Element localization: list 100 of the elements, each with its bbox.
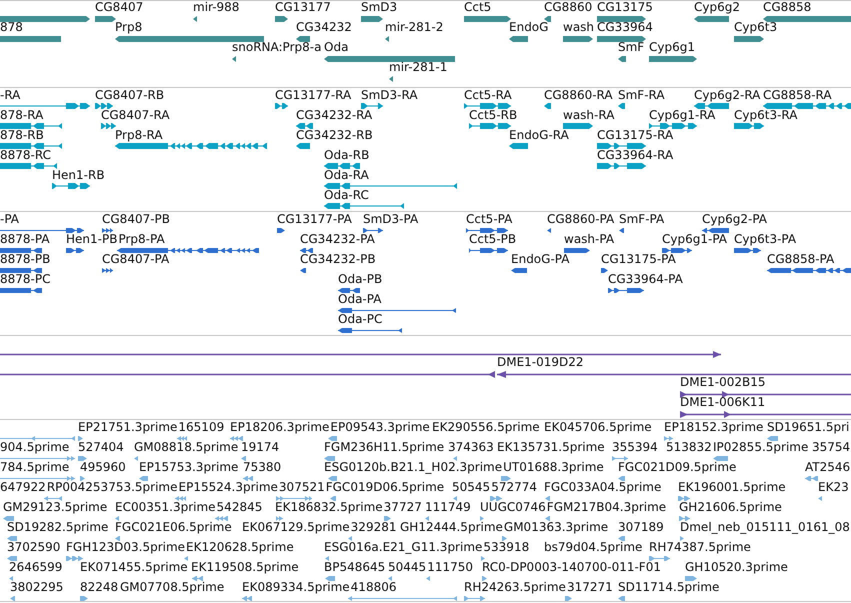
- protein-glyph[interactable]: [102, 268, 113, 273]
- est-glyph[interactable]: [388, 576, 392, 581]
- est-glyph[interactable]: [713, 456, 728, 461]
- protein-glyph[interactable]: [601, 268, 608, 273]
- gene-glyph[interactable]: [694, 16, 729, 22]
- protein-glyph[interactable]: [767, 268, 851, 273]
- transcript-glyph[interactable]: [469, 123, 511, 129]
- transcript-glyph[interactable]: [324, 163, 360, 169]
- protein-glyph[interactable]: [619, 228, 624, 233]
- est-glyph[interactable]: [325, 576, 335, 581]
- est-glyph[interactable]: [649, 556, 670, 561]
- transcript-glyph[interactable]: [649, 123, 697, 129]
- est-glyph[interactable]: [818, 496, 822, 501]
- est-glyph[interactable]: [618, 596, 625, 601]
- gene-glyph[interactable]: [232, 56, 236, 62]
- transcript-glyph[interactable]: [324, 203, 404, 209]
- transcript-glyph[interactable]: [115, 143, 267, 149]
- est-glyph[interactable]: [184, 556, 188, 561]
- gene-glyph[interactable]: [296, 36, 310, 42]
- transcript-glyph[interactable]: [597, 163, 646, 169]
- est-glyph[interactable]: [679, 516, 690, 521]
- transcript-glyph[interactable]: [694, 103, 729, 109]
- transcript-glyph[interactable]: [464, 103, 511, 109]
- transcript-glyph[interactable]: [361, 103, 383, 109]
- protein-glyph[interactable]: [734, 248, 761, 253]
- est-glyph[interactable]: [545, 496, 550, 501]
- transcript-glyph[interactable]: [734, 123, 764, 129]
- gene-glyph[interactable]: [649, 56, 697, 62]
- protein-glyph[interactable]: [702, 228, 729, 233]
- est-glyph[interactable]: [78, 456, 87, 461]
- est-glyph[interactable]: [328, 436, 337, 441]
- transcript-glyph[interactable]: [563, 123, 593, 129]
- est-glyph[interactable]: [545, 516, 550, 521]
- transcript-glyph[interactable]: [509, 143, 528, 149]
- est-glyph[interactable]: [480, 516, 484, 521]
- gene-glyph[interactable]: [95, 16, 116, 22]
- protein-glyph[interactable]: [0, 268, 42, 273]
- est-glyph[interactable]: [3, 516, 14, 521]
- clone-glyph[interactable]: [0, 371, 495, 378]
- transcript-glyph[interactable]: [52, 183, 90, 189]
- transcript-glyph[interactable]: [544, 103, 551, 109]
- est-glyph[interactable]: [177, 436, 187, 441]
- est-glyph[interactable]: [324, 456, 335, 461]
- gene-glyph[interactable]: [361, 16, 383, 22]
- est-glyph[interactable]: [276, 496, 312, 501]
- transcript-glyph[interactable]: [763, 103, 851, 109]
- est-glyph[interactable]: [175, 496, 186, 501]
- est-glyph[interactable]: [328, 476, 337, 481]
- est-glyph[interactable]: [215, 516, 228, 521]
- est-glyph[interactable]: [9, 576, 13, 581]
- protein-glyph[interactable]: [564, 248, 590, 253]
- gene-glyph[interactable]: [385, 36, 389, 42]
- transcript-glyph[interactable]: [0, 123, 62, 129]
- protein-glyph[interactable]: [0, 248, 42, 253]
- gene-glyph[interactable]: [0, 16, 90, 22]
- gene-glyph[interactable]: [275, 16, 288, 22]
- est-glyph[interactable]: [618, 476, 625, 481]
- est-glyph[interactable]: [66, 556, 83, 561]
- protein-glyph[interactable]: [66, 248, 84, 253]
- gene-glyph[interactable]: [464, 16, 511, 22]
- protein-glyph[interactable]: [466, 228, 508, 233]
- gene-glyph[interactable]: [563, 36, 593, 42]
- protein-glyph[interactable]: [0, 288, 42, 293]
- est-glyph[interactable]: [10, 596, 15, 601]
- gene-glyph[interactable]: [734, 36, 764, 42]
- est-glyph[interactable]: [453, 496, 457, 501]
- est-glyph[interactable]: [7, 556, 17, 561]
- est-glyph[interactable]: [134, 456, 138, 461]
- protein-glyph[interactable]: [338, 288, 360, 293]
- protein-glyph[interactable]: [0, 228, 84, 233]
- protein-glyph[interactable]: [117, 248, 259, 253]
- protein-glyph[interactable]: [363, 228, 383, 233]
- est-glyph[interactable]: [453, 456, 457, 461]
- gene-glyph[interactable]: [544, 16, 551, 22]
- est-glyph[interactable]: [490, 496, 502, 501]
- est-glyph[interactable]: [685, 576, 697, 581]
- est-glyph[interactable]: [243, 476, 253, 481]
- est-glyph[interactable]: [678, 496, 690, 501]
- gene-glyph[interactable]: [763, 16, 851, 22]
- est-glyph[interactable]: [425, 516, 429, 521]
- est-glyph[interactable]: [348, 596, 457, 601]
- gene-glyph[interactable]: [597, 16, 646, 22]
- gene-glyph[interactable]: [597, 36, 646, 42]
- protein-glyph[interactable]: [469, 248, 508, 253]
- transcript-glyph[interactable]: [0, 103, 90, 109]
- est-glyph[interactable]: [502, 536, 507, 541]
- protein-glyph[interactable]: [547, 228, 551, 233]
- clone-glyph[interactable]: [497, 371, 851, 378]
- est-glyph[interactable]: [482, 576, 487, 581]
- protein-glyph[interactable]: [662, 248, 692, 253]
- est-glyph[interactable]: [276, 516, 283, 521]
- transcript-glyph[interactable]: [0, 163, 57, 169]
- est-glyph[interactable]: [0, 456, 75, 461]
- protein-glyph[interactable]: [277, 228, 285, 233]
- est-glyph[interactable]: [805, 476, 818, 481]
- est-glyph[interactable]: [241, 456, 246, 461]
- transcript-glyph[interactable]: [95, 103, 113, 109]
- est-glyph[interactable]: [115, 516, 119, 521]
- est-glyph[interactable]: [464, 596, 485, 601]
- clone-glyph[interactable]: [680, 411, 851, 418]
